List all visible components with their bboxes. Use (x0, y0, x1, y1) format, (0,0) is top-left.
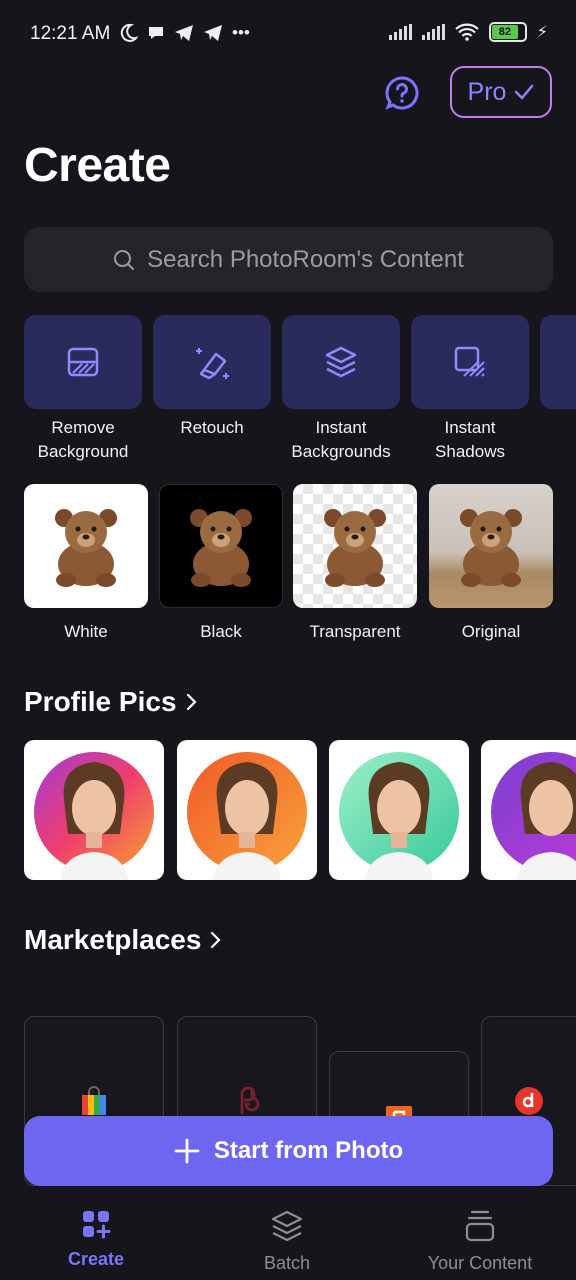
profile-pics-header[interactable]: Profile Pics (24, 686, 199, 718)
poshmark-icon (240, 1086, 260, 1114)
nav-create[interactable]: Create (56, 1209, 136, 1270)
shadow-icon (454, 346, 485, 377)
section-title: Profile Pics (24, 686, 177, 717)
status-bar: 12:21 AM ••• 82 ⚡ (0, 0, 576, 68)
portrait-image (34, 752, 154, 880)
start-from-photo-button[interactable]: Start from Photo (24, 1116, 553, 1186)
notification-icons: ••• (118, 22, 250, 44)
depop-icon (515, 1087, 543, 1115)
check-icon (515, 84, 534, 100)
tool-label-line1: Remove (51, 418, 115, 437)
profile-pic-card[interactable] (177, 740, 317, 880)
tool-label-line2: Backgrounds (291, 442, 391, 461)
chat-icon (149, 27, 163, 39)
portrait-image (339, 752, 459, 880)
search-bar[interactable]: Search PhotoRoom's Content (24, 227, 553, 292)
tool-label-line1: Instant (444, 418, 496, 437)
background-label: Black (200, 622, 242, 641)
tool-retouch[interactable]: Retouch (153, 315, 271, 440)
pro-label: Pro (467, 77, 507, 106)
background-white[interactable]: White (24, 484, 148, 642)
tool-label-line2: Shadows (435, 442, 505, 461)
status-time: 12:21 AM (30, 23, 111, 44)
signal-icon (388, 24, 412, 40)
tool-label-line1: Instant (315, 418, 367, 437)
nav-label: Create (67, 1249, 125, 1269)
shopping-bag-icon (82, 1086, 106, 1115)
background-label: Transparent (309, 622, 401, 641)
tool-label-line2: Background (37, 442, 129, 461)
nav-label: Your Content (427, 1253, 533, 1273)
nav-your-content[interactable]: Your Content (420, 1209, 540, 1274)
chevron-right-icon (211, 931, 221, 949)
stack-icon (465, 1210, 495, 1242)
tool-partial[interactable] (540, 315, 576, 409)
remove-background-icon (67, 347, 99, 377)
nav-batch[interactable]: Batch (247, 1209, 327, 1274)
teddy-bear-image (324, 509, 386, 587)
layers-icon (325, 346, 357, 378)
tool-instant-shadows[interactable]: Instant Shadows (411, 315, 529, 464)
background-original[interactable]: Original (429, 484, 553, 642)
teddy-bear-image (190, 509, 252, 587)
background-black[interactable]: Black (159, 484, 283, 642)
teddy-bear-image (55, 509, 117, 587)
portrait-image (187, 752, 307, 880)
page-title: Create (24, 139, 171, 192)
profile-pic-card[interactable] (24, 740, 164, 880)
marketplaces-header[interactable]: Marketplaces (24, 924, 223, 956)
telegram-icon-2 (204, 25, 222, 41)
signal-icon-2 (421, 24, 445, 40)
moon-icon (120, 23, 138, 42)
charging-icon: ⚡ (536, 24, 548, 41)
profile-pic-card[interactable] (481, 740, 576, 880)
profile-pic-card[interactable] (329, 740, 469, 880)
battery-icon: 82 (488, 22, 527, 42)
section-title: Marketplaces (24, 924, 202, 955)
background-label: White (64, 622, 108, 641)
wifi-icon (455, 23, 479, 41)
search-icon (114, 249, 135, 270)
help-icon (385, 76, 419, 110)
batch-layers-icon (271, 1210, 303, 1242)
portrait-image (491, 752, 576, 880)
tool-label-line1: Retouch (180, 418, 244, 437)
nav-label: Batch (263, 1253, 311, 1273)
background-label: Original (461, 622, 521, 641)
start-button-label: Start from Photo (213, 1137, 404, 1164)
chevron-right-icon (186, 693, 197, 711)
retouch-eraser-icon (196, 348, 229, 380)
create-grid-icon (83, 1211, 111, 1239)
plus-icon (174, 1138, 200, 1164)
pro-button[interactable]: Pro (450, 66, 552, 118)
more-notifications-icon: ••• (232, 23, 250, 42)
help-button[interactable] (384, 75, 420, 111)
telegram-icon (175, 25, 193, 41)
bottom-nav: Create Batch Your Content (0, 1195, 576, 1280)
teddy-bear-image (460, 509, 522, 587)
tool-instant-backgrounds[interactable]: Instant Backgrounds (282, 315, 400, 464)
background-transparent[interactable]: Transparent (293, 484, 417, 642)
tool-remove-background[interactable]: Remove Background (24, 315, 142, 464)
search-placeholder: Search PhotoRoom's Content (147, 245, 464, 273)
